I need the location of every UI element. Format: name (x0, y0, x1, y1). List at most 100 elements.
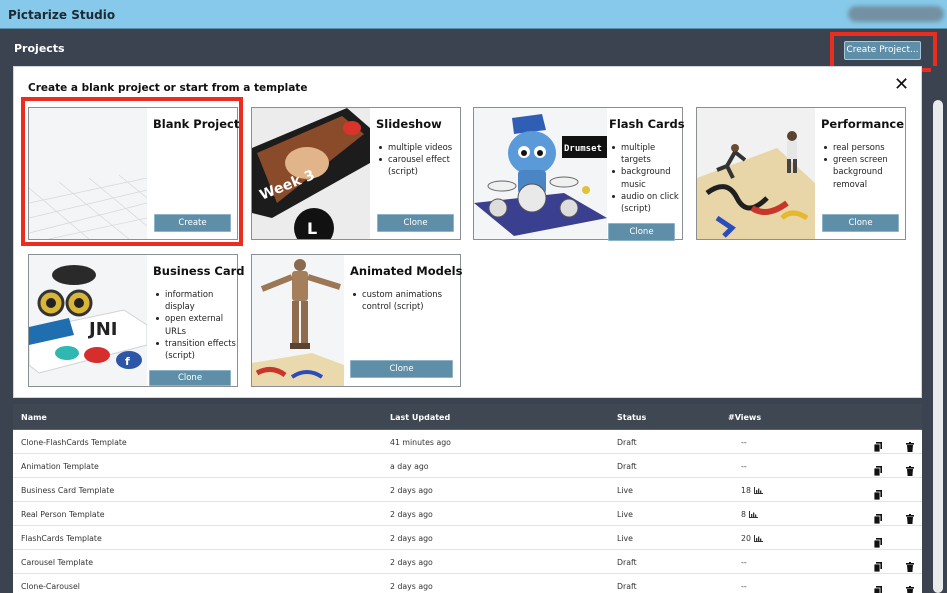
clone-button[interactable]: Clone (377, 214, 454, 232)
template-card-performance[interactable]: Performance real persons green screen ba… (696, 107, 906, 240)
row-last-updated: 2 days ago (390, 558, 433, 567)
svg-text:f: f (125, 355, 130, 368)
bar-chart-icon[interactable] (748, 511, 758, 520)
row-last-updated: 2 days ago (390, 582, 433, 591)
title-bar: Pictarize Studio (0, 0, 947, 29)
template-card-animated-models[interactable]: Animated Models custom animations contro… (251, 254, 463, 387)
row-status: Live (617, 510, 633, 519)
copy-icon[interactable] (873, 581, 882, 593)
table-row[interactable]: Real Person Template 2 days ago Live 8 (13, 502, 922, 526)
row-name[interactable]: Animation Template (21, 462, 99, 471)
row-last-updated: 2 days ago (390, 534, 433, 543)
panel-title: Create a blank project or start from a t… (28, 82, 308, 94)
column-views[interactable]: #Views (728, 413, 761, 422)
feature-item: background music (610, 165, 682, 189)
projects-title: Projects (14, 42, 65, 55)
trash-icon[interactable] (906, 581, 914, 593)
template-panel: Create a blank project or start from a t… (13, 66, 922, 398)
bar-chart-icon[interactable] (753, 535, 763, 544)
template-card-blank-project[interactable]: Blank Project Create (28, 107, 240, 240)
row-status: Live (617, 534, 633, 543)
slideshow-thumbnail: Week 3 L (252, 108, 370, 239)
column-last-updated[interactable]: Last Updated (390, 413, 450, 422)
feature-item: real persons (822, 141, 904, 153)
views-count: -- (741, 558, 747, 567)
create-project-button[interactable]: Create Project... (844, 41, 921, 60)
feature-list: multiple videos carousel effect (script) (377, 141, 459, 178)
card-title: Blank Project (153, 117, 240, 131)
table-row[interactable]: Clone-FlashCards Template 41 minutes ago D… (13, 430, 922, 454)
close-icon[interactable]: ✕ (894, 75, 909, 95)
row-views: 8 (741, 510, 758, 520)
card-title: Business Card (153, 264, 245, 278)
card-title: Slideshow (376, 117, 442, 131)
row-status: Live (617, 486, 633, 495)
row-status: Draft (617, 462, 637, 471)
template-card-slideshow[interactable]: Week 3 L Slideshow multiple videos carou… (251, 107, 461, 240)
row-status: Draft (617, 582, 637, 591)
scrollbar-thumb[interactable] (933, 100, 943, 593)
performance-thumbnail (697, 108, 815, 239)
views-count: -- (741, 438, 747, 447)
flash-cards-thumbnail: Drumset (474, 108, 607, 239)
business-card-thumbnail: JNI f (29, 255, 147, 386)
svg-text:JNI: JNI (87, 319, 117, 340)
table-header: Name Last Updated Status #Views (13, 404, 922, 430)
create-button[interactable]: Create (154, 214, 231, 232)
row-views: -- (741, 462, 747, 471)
bar-chart-icon[interactable] (753, 487, 763, 496)
row-views: -- (741, 558, 747, 567)
feature-item: green screen background removal (822, 153, 904, 190)
table-row[interactable]: Animation Template a day ago Draft -- (13, 454, 922, 478)
clone-button[interactable]: Clone (608, 223, 675, 241)
views-count: -- (741, 462, 747, 471)
row-name[interactable]: Real Person Template (21, 510, 105, 519)
feature-item: multiple videos (377, 141, 459, 153)
views-count: 20 (741, 534, 751, 543)
row-name[interactable]: FlashCards Template (21, 534, 102, 543)
clone-button[interactable]: Clone (822, 214, 899, 232)
views-count: 8 (741, 510, 746, 519)
row-name[interactable]: Clone-Carousel (21, 582, 80, 591)
row-views: -- (741, 438, 747, 447)
card-title: Performance (821, 117, 905, 131)
clone-button[interactable]: Clone (149, 370, 231, 386)
feature-list: custom animations control (script) (351, 288, 459, 312)
row-name[interactable]: Carousel Template (21, 558, 93, 567)
clone-button[interactable]: Clone (350, 360, 453, 378)
column-name[interactable]: Name (21, 413, 47, 422)
feature-item: audio on click (script) (610, 190, 682, 214)
feature-item: custom animations control (script) (351, 288, 459, 312)
row-last-updated: a day ago (390, 462, 429, 471)
animated-models-thumbnail (252, 255, 344, 386)
feature-list: real persons green screen background rem… (822, 141, 904, 190)
card-title: Flash Cards (609, 117, 685, 131)
projects-header: Projects (0, 30, 947, 65)
feature-item: open external URLs (154, 312, 236, 336)
table-row[interactable]: Business Card Template 2 days ago Live 18 (13, 478, 922, 502)
template-card-business-card[interactable]: JNI f Business Card information display … (28, 254, 245, 387)
row-views: -- (741, 582, 747, 591)
feature-list: multiple targets background music audio … (610, 141, 682, 214)
projects-table: Name Last Updated Status #Views Clone-Fl… (13, 404, 922, 593)
table-row[interactable]: FlashCards Template 2 days ago Live 20 (13, 526, 922, 550)
row-name[interactable]: Clone-FlashCards Template (21, 438, 127, 447)
column-status[interactable]: Status (617, 413, 646, 422)
table-row[interactable]: Clone-Carousel 2 days ago Draft -- (13, 574, 922, 593)
row-status: Draft (617, 438, 637, 447)
views-count: -- (741, 582, 747, 591)
row-status: Draft (617, 558, 637, 567)
views-count: 18 (741, 486, 751, 495)
user-account-blurred[interactable] (848, 6, 944, 22)
row-name[interactable]: Business Card Template (21, 486, 114, 495)
app-title: Pictarize Studio (8, 8, 116, 22)
row-views: 18 (741, 486, 763, 496)
template-card-flash-cards[interactable]: Drumset Flash Cards multiple targets bac… (473, 107, 685, 241)
card-title: Animated Models (350, 264, 463, 278)
flash-card-thumb-text: Drumset (564, 144, 602, 154)
row-last-updated: 2 days ago (390, 486, 433, 495)
feature-item: transition effects (script) (154, 337, 236, 361)
table-row[interactable]: Carousel Template 2 days ago Draft -- (13, 550, 922, 574)
feature-item: carousel effect (script) (377, 153, 459, 177)
blank-project-thumbnail (29, 108, 147, 239)
